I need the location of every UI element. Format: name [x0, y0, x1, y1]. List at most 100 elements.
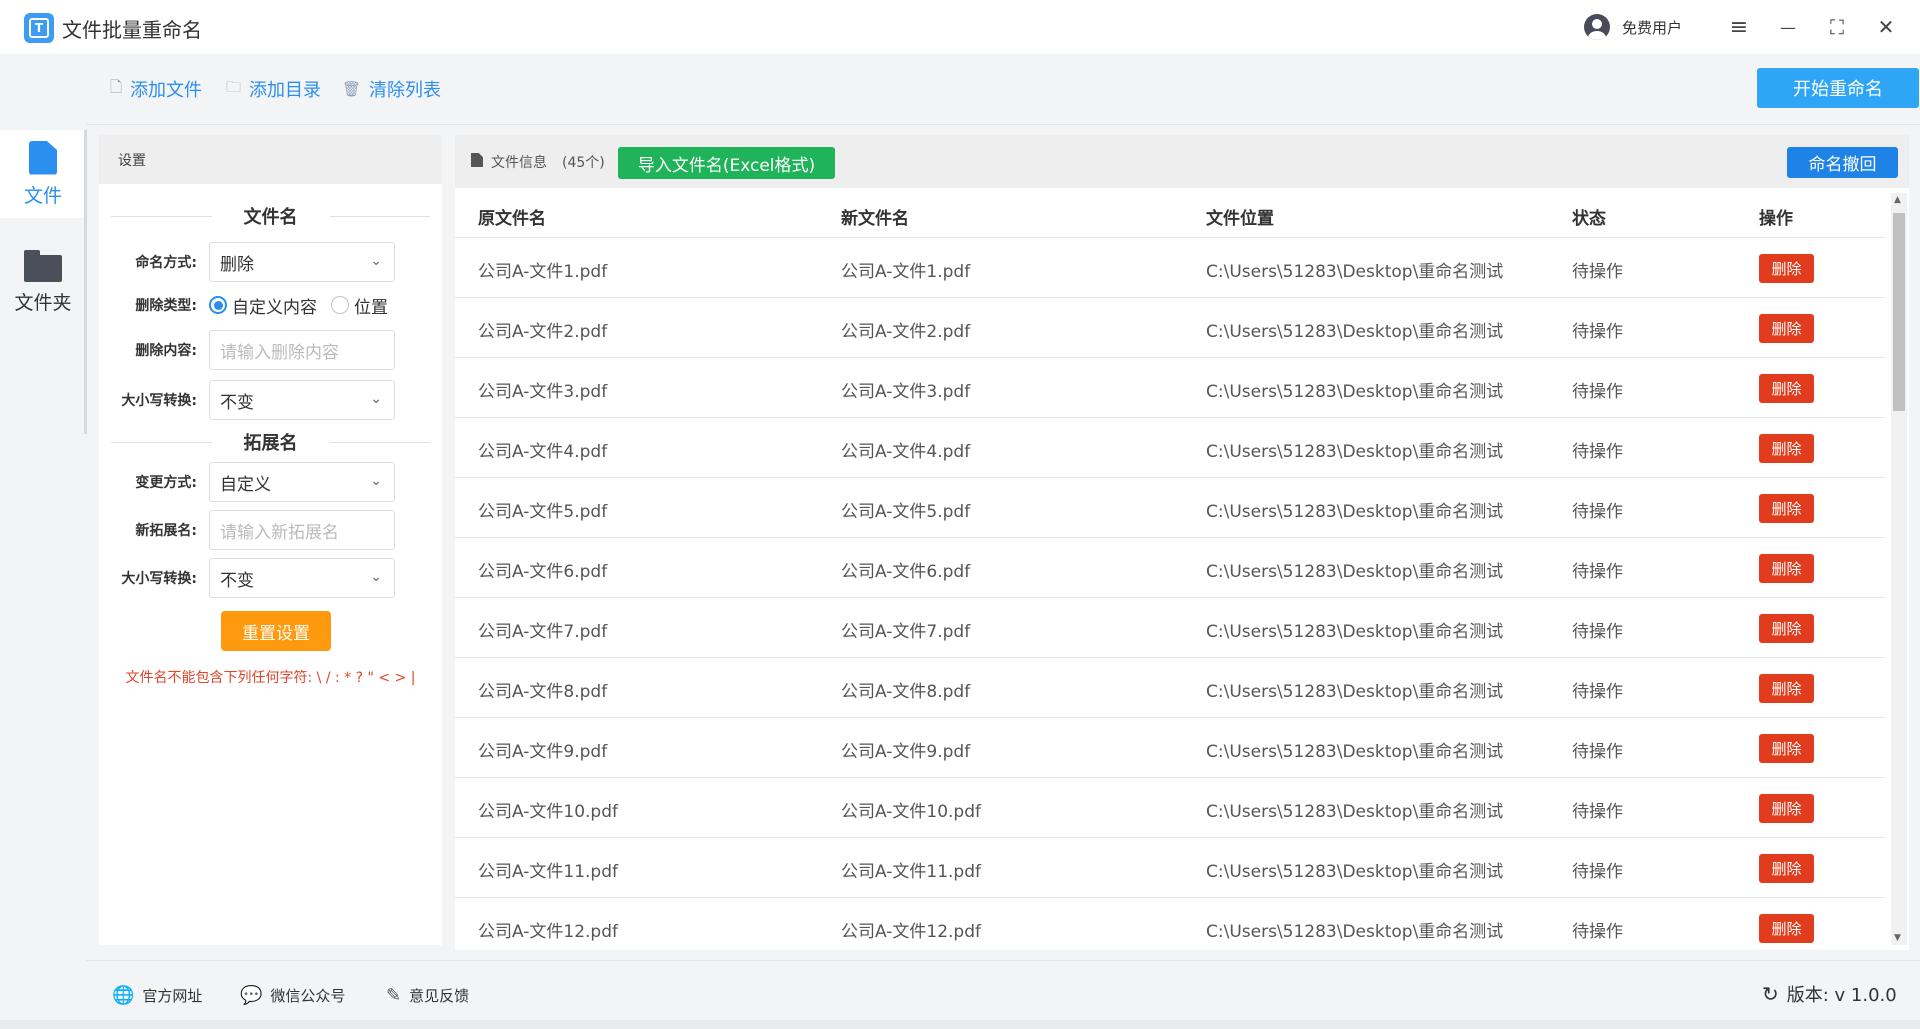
vertical-scrollbar[interactable]: ▲ ▼ — [1891, 193, 1907, 945]
chevron-down-icon: ⌄ — [370, 473, 382, 489]
file-count: (45个) — [562, 155, 605, 171]
cell-status: 待操作 — [1572, 322, 1623, 342]
cell-original-name: 公司A-文件9.pdf — [478, 742, 608, 762]
cell-status: 待操作 — [1572, 742, 1623, 762]
delete-row-button[interactable]: 删除 — [1759, 494, 1814, 523]
cell-new-name: 公司A-文件5.pdf — [841, 502, 971, 522]
delete-content-input[interactable]: 请输入删除内容 — [209, 330, 395, 370]
cell-original-name: 公司A-文件11.pdf — [478, 862, 618, 882]
maximize-icon[interactable]: ⛶ — [1822, 12, 1852, 42]
table-row[interactable]: 公司A-文件11.pdf 公司A-文件11.pdf C:\Users\51283\D… — [455, 838, 1885, 898]
new-ext-input[interactable]: 请输入新拓展名 — [209, 510, 395, 550]
table-row[interactable]: 公司A-文件1.pdf 公司A-文件1.pdf C:\Users\51283\Des… — [455, 238, 1885, 298]
toolbar: 🗋 添加文件 🗀 添加目录 🗑 清除列表 — [86, 54, 1920, 124]
clear-list-button[interactable]: 🗑 清除列表 — [342, 76, 441, 102]
minimize-icon[interactable]: — — [1773, 12, 1803, 42]
table-row[interactable]: 公司A-文件8.pdf 公司A-文件8.pdf C:\Users\51283\Des… — [455, 658, 1885, 718]
cell-status: 待操作 — [1572, 682, 1623, 702]
undo-rename-button[interactable]: 命名撤回 — [1787, 147, 1898, 178]
cell-original-name: 公司A-文件3.pdf — [478, 382, 608, 402]
naming-mode-value: 删除 — [220, 254, 254, 275]
delete-row-button[interactable]: 删除 — [1759, 614, 1814, 643]
naming-mode-select[interactable]: 删除 ⌄ — [209, 242, 395, 282]
cell-original-name: 公司A-文件10.pdf — [478, 802, 618, 822]
nav-divider — [84, 130, 87, 434]
settings-header: 设置 — [99, 135, 442, 184]
table-row[interactable]: 公司A-文件9.pdf 公司A-文件9.pdf C:\Users\51283\Des… — [455, 718, 1885, 778]
radio-position-label: 位置 — [354, 297, 388, 318]
delete-row-button[interactable]: 删除 — [1759, 794, 1814, 823]
cell-location: C:\Users\51283\Desktop\重命名测试 — [1206, 682, 1504, 702]
radio-custom-content[interactable]: 自定义内容 — [209, 293, 317, 318]
website-link[interactable]: 🌐 官方网址 — [112, 985, 202, 1006]
table-row[interactable]: 公司A-文件3.pdf 公司A-文件3.pdf C:\Users\51283\Des… — [455, 358, 1885, 418]
filename-section-label: 文件名 — [243, 207, 298, 228]
cell-original-name: 公司A-文件2.pdf — [478, 322, 608, 342]
radio-position[interactable]: 位置 — [331, 293, 388, 318]
file-list-panel: 文件信息 (45个) 导入文件名(Excel格式) 命名撤回 原文件名 新文件名… — [455, 135, 1909, 950]
ext-case-select[interactable]: 不变 ⌄ — [209, 558, 395, 598]
table-row[interactable]: 公司A-文件6.pdf 公司A-文件6.pdf C:\Users\51283\Des… — [455, 538, 1885, 598]
delete-row-button[interactable]: 删除 — [1759, 854, 1814, 883]
chat-bubble-icon: 💬 — [240, 985, 263, 1006]
delete-type-label: 删除类型: — [135, 298, 197, 314]
footer: 🌐 官方网址 💬 微信公众号 ✎ 意见反馈 ↻ 版本: v 1.0.0 — [86, 960, 1920, 1025]
cell-status: 待操作 — [1572, 562, 1623, 582]
reset-settings-button[interactable]: 重置设置 — [221, 611, 331, 651]
version-info[interactable]: ↻ 版本: v 1.0.0 — [1762, 981, 1897, 1007]
cell-new-name: 公司A-文件2.pdf — [841, 322, 971, 342]
close-icon[interactable]: ✕ — [1871, 12, 1901, 42]
start-rename-button[interactable]: 开始重命名 — [1757, 68, 1919, 108]
cell-original-name: 公司A-文件12.pdf — [478, 922, 618, 942]
scroll-thumb[interactable] — [1893, 213, 1905, 411]
cell-location: C:\Users\51283\Desktop\重命名测试 — [1206, 562, 1504, 582]
case-select[interactable]: 不变 ⌄ — [209, 380, 395, 420]
table-row[interactable]: 公司A-文件2.pdf 公司A-文件2.pdf C:\Users\51283\Des… — [455, 298, 1885, 358]
user-account[interactable]: 免费用户 — [1584, 14, 1682, 40]
cell-original-name: 公司A-文件8.pdf — [478, 682, 608, 702]
menu-icon[interactable]: ≡ — [1724, 12, 1754, 42]
add-file-label: 添加文件 — [130, 80, 203, 101]
title-bar: T 文件批量重命名 免费用户 ≡ — ⛶ ✕ — [0, 0, 1920, 54]
ext-section-title: 拓展名 — [99, 428, 442, 456]
settings-panel: 设置 文件名 命名方式: 删除 ⌄ 删除类型: 自定义内容 位置 删除内容: 请… — [99, 135, 442, 945]
table-row[interactable]: 公司A-文件7.pdf 公司A-文件7.pdf C:\Users\51283\Des… — [455, 598, 1885, 658]
cell-location: C:\Users\51283\Desktop\重命名测试 — [1206, 742, 1504, 762]
ext-mode-value: 自定义 — [220, 474, 271, 495]
ext-case-row: 大小写转换: 不变 ⌄ — [99, 558, 442, 598]
cell-location: C:\Users\51283\Desktop\重命名测试 — [1206, 802, 1504, 822]
add-dir-button[interactable]: 🗀 添加目录 — [226, 76, 321, 102]
nav-item-folder[interactable]: 文件夹 — [0, 238, 86, 326]
table-row[interactable]: 公司A-文件10.pdf 公司A-文件10.pdf C:\Users\51283\D… — [455, 778, 1885, 838]
wechat-link[interactable]: 💬 微信公众号 — [240, 985, 345, 1006]
table-row[interactable]: 公司A-文件5.pdf 公司A-文件5.pdf C:\Users\51283\Des… — [455, 478, 1885, 538]
import-excel-button[interactable]: 导入文件名(Excel格式) — [618, 147, 835, 179]
scroll-down-icon[interactable]: ▼ — [1894, 933, 1901, 943]
app-title: 文件批量重命名 — [62, 18, 202, 42]
new-ext-row: 新拓展名: 请输入新拓展名 — [99, 510, 442, 550]
nav-item-file-label: 文件 — [23, 184, 62, 207]
delete-row-button[interactable]: 删除 — [1759, 314, 1814, 343]
left-nav: 文件 文件夹 — [0, 54, 87, 1029]
delete-row-button[interactable]: 删除 — [1759, 374, 1814, 403]
delete-row-button[interactable]: 删除 — [1759, 554, 1814, 583]
delete-row-button[interactable]: 删除 — [1759, 674, 1814, 703]
cell-original-name: 公司A-文件1.pdf — [478, 262, 608, 282]
table-row[interactable]: 公司A-文件12.pdf 公司A-文件12.pdf C:\Users\51283\D… — [455, 898, 1885, 950]
scroll-up-icon[interactable]: ▲ — [1894, 195, 1901, 205]
delete-row-button[interactable]: 删除 — [1759, 734, 1814, 763]
cell-location: C:\Users\51283\Desktop\重命名测试 — [1206, 382, 1504, 402]
add-file-button[interactable]: 🗋 添加文件 — [110, 76, 202, 102]
delete-row-button[interactable]: 删除 — [1759, 254, 1814, 283]
ext-mode-select[interactable]: 自定义 ⌄ — [209, 462, 395, 502]
ext-mode-label: 变更方式: — [135, 475, 197, 491]
feedback-link[interactable]: ✎ 意见反馈 — [386, 985, 469, 1006]
table-row[interactable]: 公司A-文件4.pdf 公司A-文件4.pdf C:\Users\51283\Des… — [455, 418, 1885, 478]
delete-type-row: 删除类型: 自定义内容 位置 — [99, 292, 442, 318]
nav-item-file[interactable]: 文件 — [0, 130, 86, 218]
cell-location: C:\Users\51283\Desktop\重命名测试 — [1206, 862, 1504, 882]
window-bottom-edge — [0, 1020, 1920, 1029]
delete-type-radio-group: 自定义内容 位置 — [209, 293, 402, 318]
delete-row-button[interactable]: 删除 — [1759, 914, 1814, 943]
delete-row-button[interactable]: 删除 — [1759, 434, 1814, 463]
